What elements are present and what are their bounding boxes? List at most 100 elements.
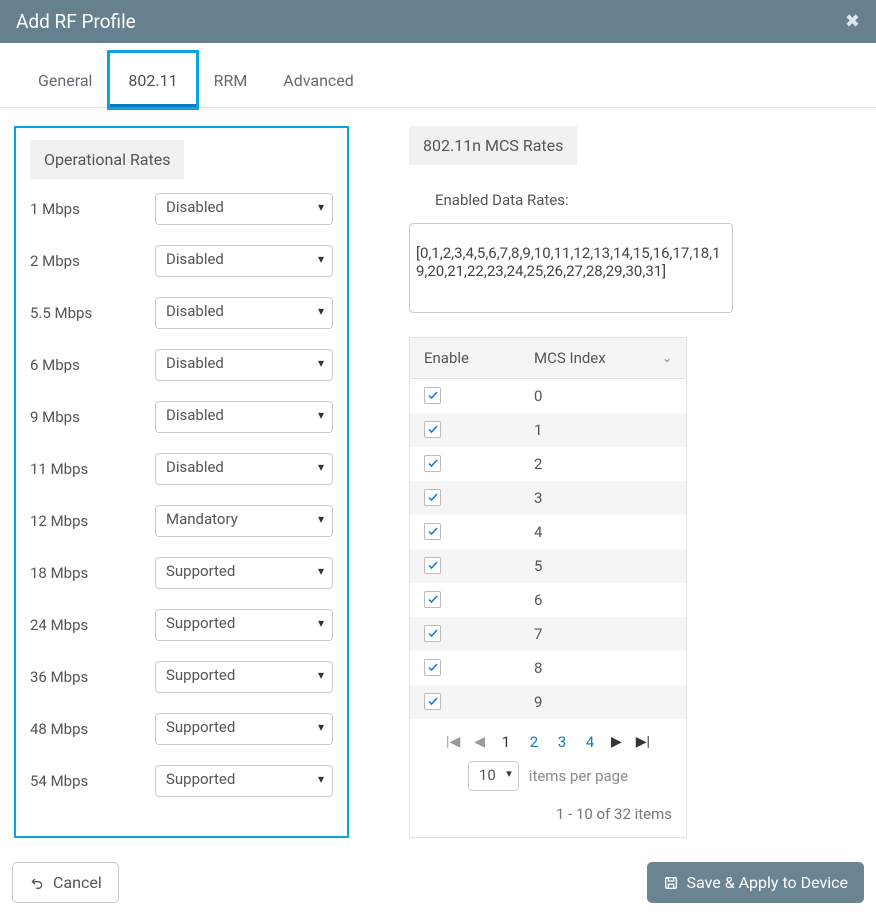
rate-select[interactable]: Disabled xyxy=(155,193,333,225)
close-icon[interactable]: ✖ xyxy=(845,11,860,32)
pager-page[interactable]: 1 xyxy=(499,733,513,751)
pager: |◀ ◀ 1234 ▶ ▶| xyxy=(410,733,686,751)
mcs-index-value: 8 xyxy=(520,653,686,683)
pager-prev-icon[interactable]: ◀ xyxy=(474,734,485,750)
chevron-down-icon: ⌄ xyxy=(662,351,672,365)
mcs-enable-checkbox[interactable] xyxy=(424,557,441,574)
mcs-index-value: 5 xyxy=(520,551,686,581)
mcs-enable-checkbox[interactable] xyxy=(424,387,441,404)
rate-select[interactable]: Supported xyxy=(155,609,333,641)
table-row: 4 xyxy=(410,515,686,549)
cancel-button-label: Cancel xyxy=(53,873,102,892)
rate-select[interactable]: Supported xyxy=(155,661,333,693)
modal-title: Add RF Profile xyxy=(16,10,136,33)
rate-label: 1 Mbps xyxy=(30,200,155,218)
rate-row: 11 MbpsDisabled xyxy=(30,453,333,485)
table-row: 5 xyxy=(410,549,686,583)
mcs-index-value: 3 xyxy=(520,483,686,513)
pager-page[interactable]: 4 xyxy=(583,733,597,751)
modal-header: Add RF Profile ✖ xyxy=(0,0,876,43)
save-apply-button[interactable]: Save & Apply to Device xyxy=(647,862,865,903)
mcs-enable-checkbox[interactable] xyxy=(424,455,441,472)
rate-select[interactable]: Disabled xyxy=(155,401,333,433)
rate-row: 18 MbpsSupported xyxy=(30,557,333,589)
rate-row: 24 MbpsSupported xyxy=(30,609,333,641)
col-enable[interactable]: Enable xyxy=(410,338,520,378)
mcs-index-value: 9 xyxy=(520,687,686,717)
table-row: 7 xyxy=(410,617,686,651)
mcs-index-value: 7 xyxy=(520,619,686,649)
rate-select[interactable]: Disabled xyxy=(155,245,333,277)
rate-row: 5.5 MbpsDisabled xyxy=(30,297,333,329)
table-row: 1 xyxy=(410,413,686,447)
per-page-select[interactable]: 10 xyxy=(468,761,519,791)
mcs-index-value: 6 xyxy=(520,585,686,615)
col-mcs-index-label: MCS Index xyxy=(534,349,606,367)
rate-label: 5.5 Mbps xyxy=(30,304,155,322)
rate-select[interactable]: Mandatory xyxy=(155,505,333,537)
table-row: 6 xyxy=(410,583,686,617)
tab-general[interactable]: General xyxy=(20,53,110,107)
rate-label: 48 Mbps xyxy=(30,720,155,738)
rate-label: 6 Mbps xyxy=(30,356,155,374)
mcs-index-value: 0 xyxy=(520,381,686,411)
mcs-index-value: 2 xyxy=(520,449,686,479)
enabled-data-rates-box: [0,1,2,3,4,5,6,7,8,9,10,11,12,13,14,15,1… xyxy=(409,223,733,313)
per-page-label: items per page xyxy=(529,767,628,785)
rate-label: 2 Mbps xyxy=(30,252,155,270)
rate-row: 54 MbpsSupported xyxy=(30,765,333,797)
pager-first-icon[interactable]: |◀ xyxy=(446,734,460,750)
undo-icon xyxy=(29,875,45,891)
mcs-enable-checkbox[interactable] xyxy=(424,523,441,540)
per-page-row: 10 items per page xyxy=(410,761,686,791)
table-row: 8 xyxy=(410,651,686,685)
table-row: 3 xyxy=(410,481,686,515)
pager-page[interactable]: 3 xyxy=(555,733,569,751)
rate-select[interactable]: Supported xyxy=(155,557,333,589)
pager-page[interactable]: 2 xyxy=(527,733,541,751)
pager-last-icon[interactable]: ▶| xyxy=(636,734,650,750)
col-mcs-index[interactable]: MCS Index ⌄ xyxy=(520,338,686,378)
rate-label: 18 Mbps xyxy=(30,564,155,582)
save-apply-button-label: Save & Apply to Device xyxy=(687,873,849,892)
tab-80211[interactable]: 802.11 xyxy=(110,53,195,107)
pager-summary: 1 - 10 of 32 items xyxy=(410,799,686,837)
mcs-rates-panel: 802.11n MCS Rates Enabled Data Rates: [0… xyxy=(409,126,749,838)
rate-row: 36 MbpsSupported xyxy=(30,661,333,693)
rate-select[interactable]: Disabled xyxy=(155,349,333,381)
save-icon xyxy=(663,875,679,891)
modal-footer: Cancel Save & Apply to Device xyxy=(0,848,876,917)
modal-add-rf-profile: Add RF Profile ✖ General802.11RRMAdvance… xyxy=(0,0,876,917)
operational-rates-panel: Operational Rates 1 MbpsDisabled2 MbpsDi… xyxy=(14,126,349,838)
rate-label: 9 Mbps xyxy=(30,408,155,426)
tab-rrm[interactable]: RRM xyxy=(196,53,266,107)
rate-row: 2 MbpsDisabled xyxy=(30,245,333,277)
cancel-button[interactable]: Cancel xyxy=(12,862,119,903)
mcs-enable-checkbox[interactable] xyxy=(424,659,441,676)
rate-row: 48 MbpsSupported xyxy=(30,713,333,745)
table-row: 2 xyxy=(410,447,686,481)
mcs-table: Enable MCS Index ⌄ 0123456789 |◀◀1234▶▶|… xyxy=(409,337,687,838)
rate-label: 54 Mbps xyxy=(30,772,155,790)
table-row: 9 xyxy=(410,685,686,719)
tab-advanced[interactable]: Advanced xyxy=(265,53,372,107)
mcs-enable-checkbox[interactable] xyxy=(424,421,441,438)
mcs-enable-checkbox[interactable] xyxy=(424,693,441,710)
rate-row: 12 MbpsMandatory xyxy=(30,505,333,537)
pager-next-icon[interactable]: ▶ xyxy=(611,734,622,750)
mcs-enable-checkbox[interactable] xyxy=(424,591,441,608)
rate-select[interactable]: Disabled xyxy=(155,297,333,329)
rate-select[interactable]: Supported xyxy=(155,765,333,797)
rate-row: 6 MbpsDisabled xyxy=(30,349,333,381)
rate-label: 11 Mbps xyxy=(30,460,155,478)
tabs: General802.11RRMAdvanced xyxy=(0,53,876,108)
rate-label: 24 Mbps xyxy=(30,616,155,634)
rate-select[interactable]: Supported xyxy=(155,713,333,745)
mcs-index-value: 1 xyxy=(520,415,686,445)
mcs-rates-title: 802.11n MCS Rates xyxy=(409,126,577,165)
rate-label: 36 Mbps xyxy=(30,668,155,686)
rate-label: 12 Mbps xyxy=(30,512,155,530)
rate-select[interactable]: Disabled xyxy=(155,453,333,485)
mcs-enable-checkbox[interactable] xyxy=(424,489,441,506)
mcs-enable-checkbox[interactable] xyxy=(424,625,441,642)
